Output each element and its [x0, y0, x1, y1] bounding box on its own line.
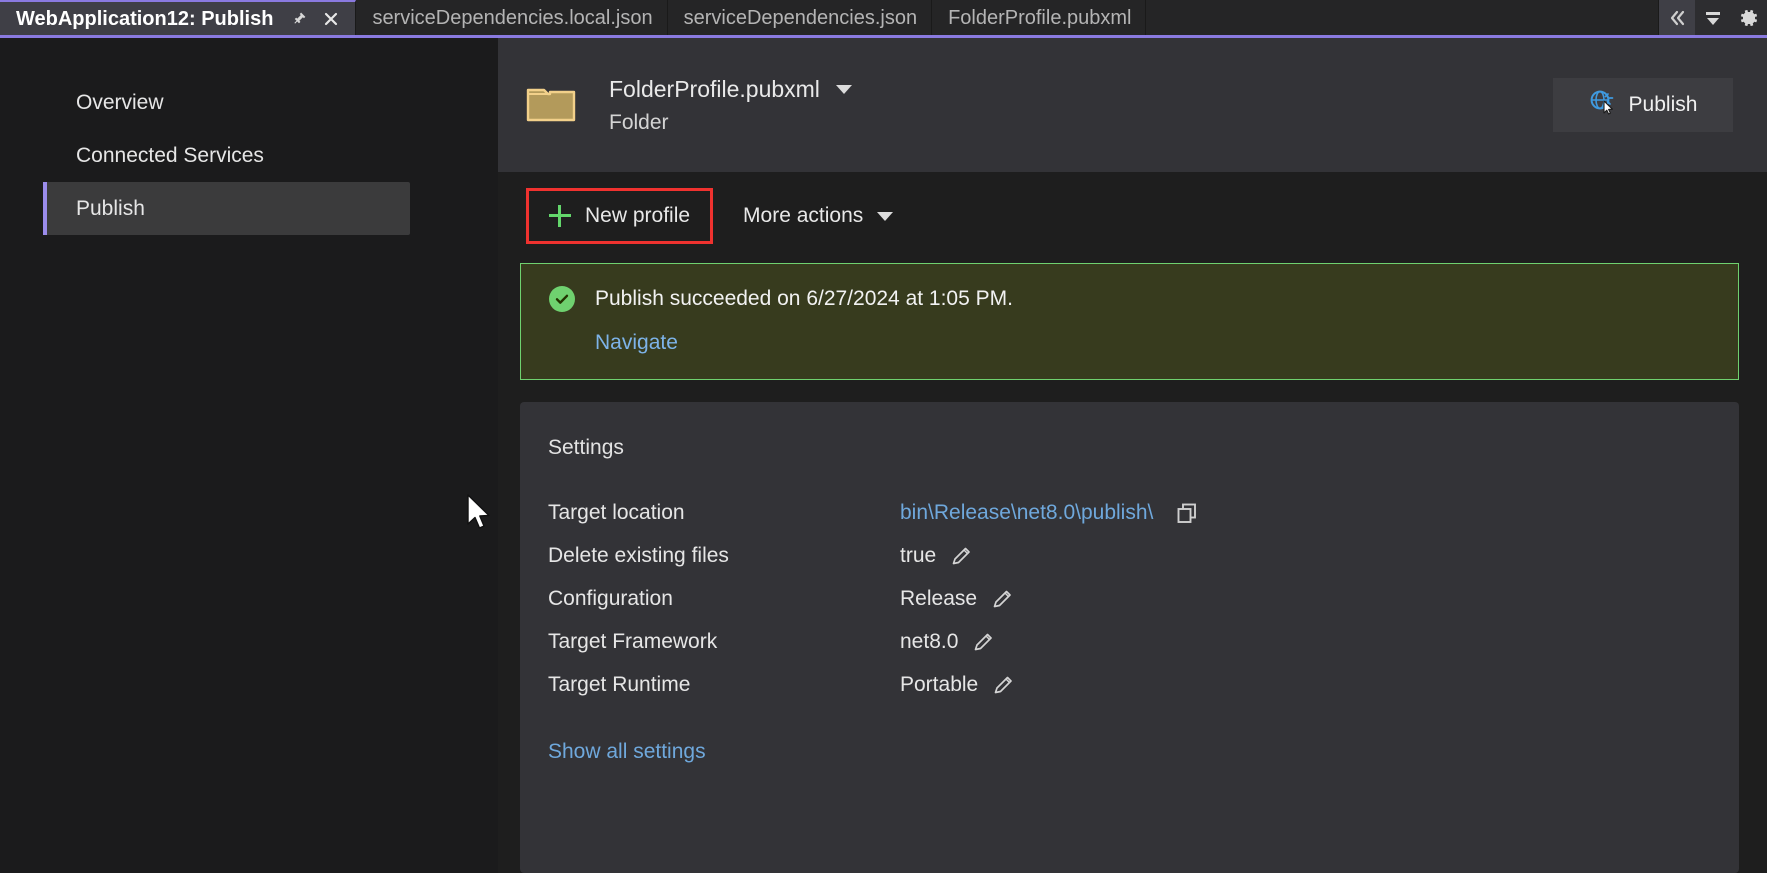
tab-servicedependencies-json[interactable]: serviceDependencies.json [667, 0, 933, 35]
tab-list-icon[interactable] [1695, 0, 1731, 35]
publish-globe-icon [1589, 89, 1615, 121]
setting-value-delete-existing-files: true [900, 544, 972, 568]
profile-name: FolderProfile.pubxml [609, 75, 820, 102]
folder-icon [526, 84, 576, 126]
setting-value-target-runtime: Portable [900, 673, 1014, 697]
setting-value-configuration: Release [900, 587, 1013, 611]
setting-value-text: Release [900, 586, 978, 610]
pin-icon[interactable] [289, 9, 309, 29]
banner-message: Publish succeeded on 6/27/2024 at 1:05 P… [595, 287, 1013, 310]
publish-toolbar: New profile More actions [498, 172, 1767, 244]
setting-label: Target Runtime [548, 672, 691, 696]
setting-value-target-location[interactable]: bin\Release\net8.0\publish\ [900, 501, 1199, 525]
pencil-icon[interactable] [972, 631, 994, 653]
tab-label: serviceDependencies.local.json [372, 6, 653, 29]
pencil-icon[interactable] [991, 588, 1013, 610]
close-icon[interactable] [321, 9, 341, 29]
new-profile-button[interactable]: New profile [526, 188, 714, 244]
tab-strip-actions [1659, 0, 1767, 35]
settings-card: Settings Target location bin\Release\net… [520, 402, 1739, 873]
sidebar-item-label: Connected Services [76, 143, 264, 167]
chevron-down-icon [877, 211, 894, 221]
publish-profile-header: FolderProfile.pubxml Folder Publish [498, 38, 1767, 172]
setting-value-text: Portable [900, 672, 979, 696]
publish-button[interactable]: Publish [1553, 78, 1733, 132]
profile-name-row: FolderProfile.pubxml [609, 76, 852, 103]
setting-value-text: true [900, 543, 937, 567]
new-profile-label: New profile [585, 204, 691, 227]
sidebar-item-connected-services[interactable]: Connected Services [43, 129, 410, 182]
visual-studio-publish-window: WebApplication12: Publish serviceDepende… [0, 0, 1767, 873]
tab-servicedependencies-local-json[interactable]: serviceDependencies.local.json [356, 0, 668, 35]
show-all-settings-link[interactable]: Show all settings [548, 740, 706, 764]
tab-icon-group [289, 9, 341, 29]
more-actions-button[interactable]: More actions [721, 188, 915, 244]
sidebar-item-overview[interactable]: Overview [43, 76, 410, 129]
publish-status-banner: Publish succeeded on 6/27/2024 at 1:05 P… [520, 263, 1739, 380]
publish-main-pane: FolderProfile.pubxml Folder Publish New … [498, 38, 1767, 873]
publish-button-label: Publish [1628, 93, 1698, 116]
collapse-icon[interactable] [1659, 0, 1695, 35]
setting-label: Delete existing files [548, 543, 729, 567]
setting-value-text: bin\Release\net8.0\publish\ [900, 500, 1154, 524]
more-actions-label: More actions [743, 204, 864, 227]
setting-row-target-location: Target location bin\Release\net8.0\publi… [548, 491, 1701, 534]
setting-row-target-runtime: Target Runtime Portable [548, 663, 1701, 706]
pencil-icon[interactable] [992, 674, 1014, 696]
profile-meta: FolderProfile.pubxml Folder [609, 76, 852, 135]
sidebar-navigation: Overview Connected Services Publish [0, 38, 498, 873]
editor-tab-strip: WebApplication12: Publish serviceDepende… [0, 0, 1767, 38]
window-body: Overview Connected Services Publish Fold… [0, 38, 1767, 873]
profile-type: Folder [609, 110, 669, 134]
copy-icon[interactable] [1175, 501, 1199, 525]
tab-label: serviceDependencies.json [683, 6, 918, 29]
setting-row-delete-existing-files: Delete existing files true [548, 534, 1701, 577]
sidebar-item-label: Publish [76, 196, 145, 220]
setting-value-text: net8.0 [900, 629, 959, 653]
tab-strip-filler [1146, 0, 1659, 35]
success-check-icon [549, 286, 575, 312]
pencil-icon[interactable] [950, 545, 972, 567]
setting-label: Target Framework [548, 629, 718, 653]
navigate-link[interactable]: Navigate [595, 331, 678, 355]
setting-value-target-framework: net8.0 [900, 630, 994, 654]
tab-label: WebApplication12: Publish [16, 7, 274, 30]
tab-webapplication12-publish[interactable]: WebApplication12: Publish [0, 0, 357, 35]
tab-label: FolderProfile.pubxml [948, 6, 1132, 29]
tab-folderprofile-pubxml[interactable]: FolderProfile.pubxml [932, 0, 1147, 35]
settings-title: Settings [548, 436, 624, 459]
setting-row-target-framework: Target Framework net8.0 [548, 620, 1701, 663]
settings-gear-icon[interactable] [1731, 0, 1767, 35]
sidebar-item-publish[interactable]: Publish [43, 182, 410, 235]
chevron-down-icon[interactable] [835, 84, 852, 94]
banner-message-row: Publish succeeded on 6/27/2024 at 1:05 P… [549, 286, 1738, 312]
setting-label: Target location [548, 500, 685, 524]
setting-row-configuration: Configuration Release [548, 577, 1701, 620]
sidebar-item-label: Overview [76, 90, 164, 114]
setting-label: Configuration [548, 586, 673, 610]
plus-icon [549, 205, 571, 227]
